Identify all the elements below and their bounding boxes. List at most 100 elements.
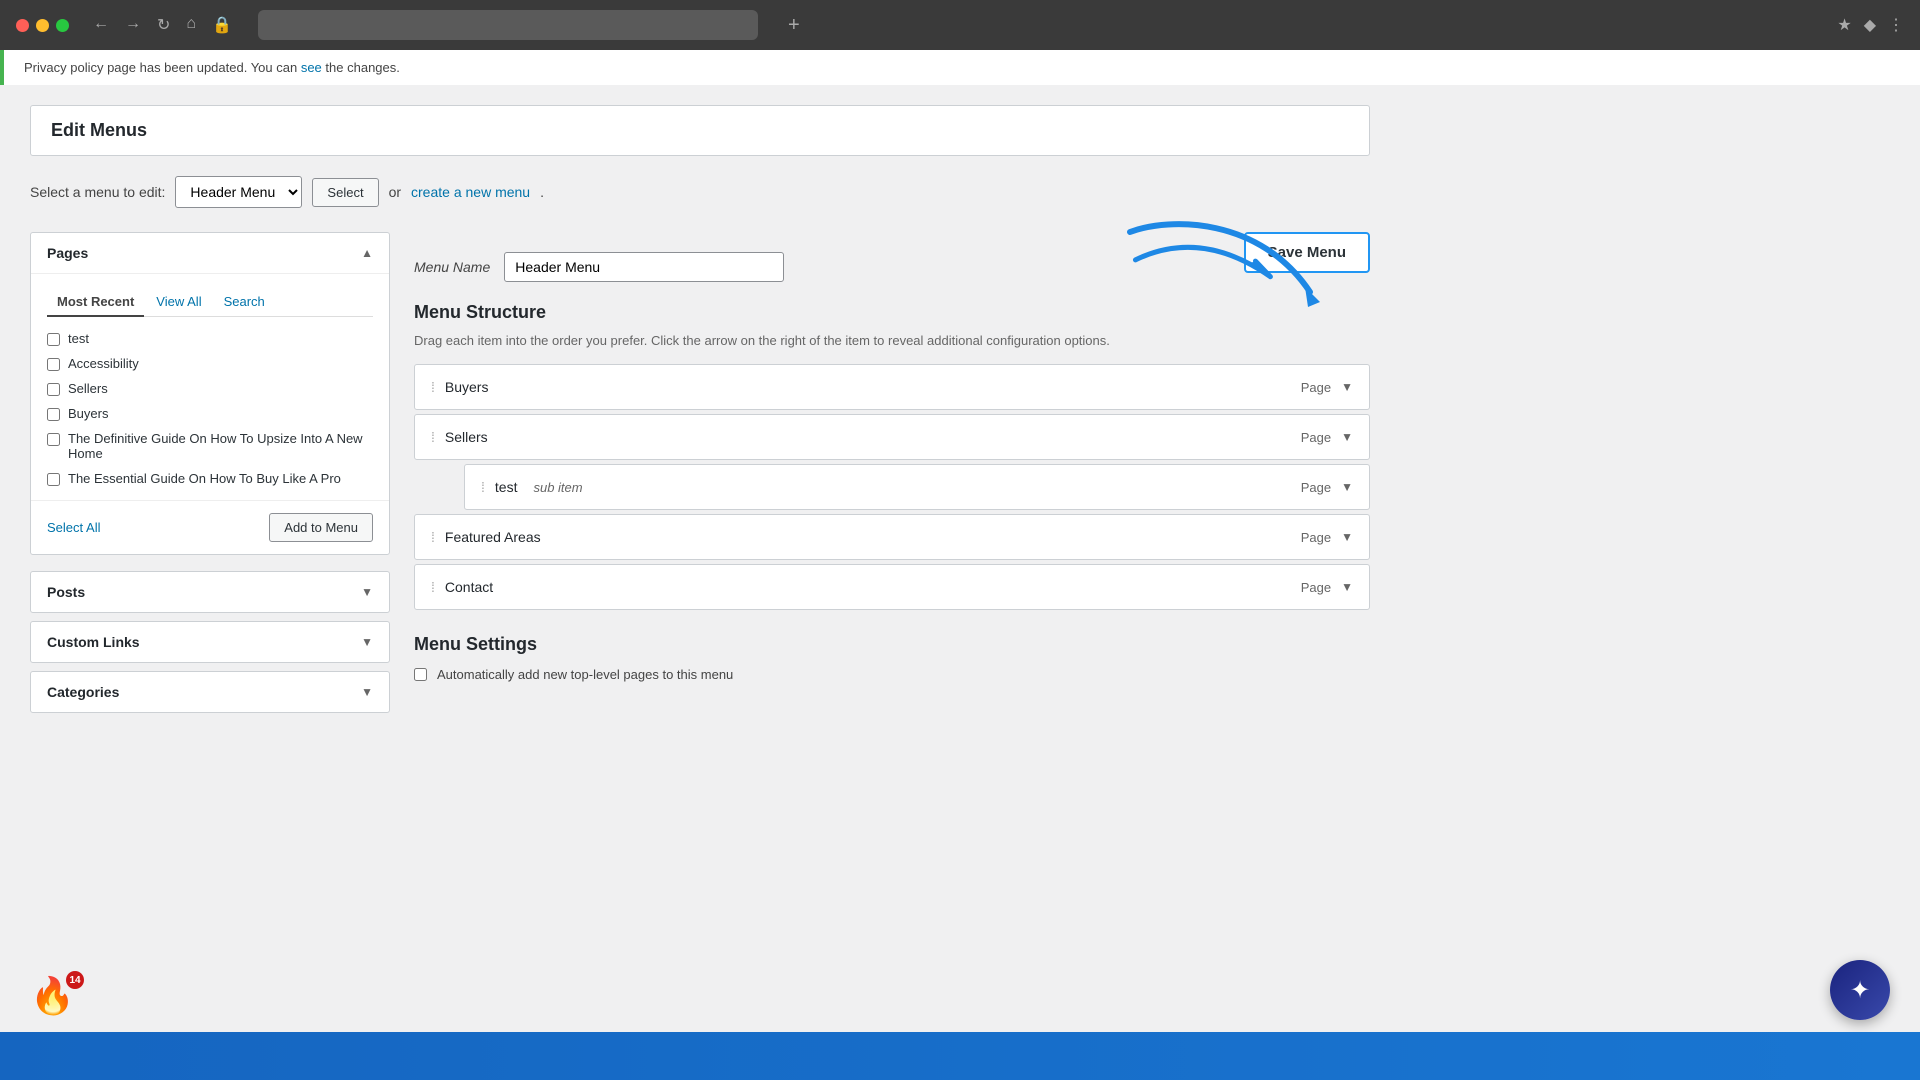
menu-select-row: Select a menu to edit: Header Menu Selec… [30,176,1370,208]
drag-handle-sellers[interactable]: ⁞ [431,429,435,445]
extension-icon[interactable]: ◆ [1864,15,1876,35]
pages-panel: Pages ▲ Most Recent View All Search t [30,232,390,555]
categories-header[interactable]: Categories ▼ [31,672,389,712]
menu-item-sellers-left: ⁞ Sellers [431,429,488,445]
checkbox-test[interactable] [47,333,60,346]
menu-item-test-sub[interactable]: ⁞ test sub item Page ▼ [464,464,1370,510]
menu-item-featured-areas[interactable]: ⁞ Featured Areas Page ▼ [414,514,1370,560]
add-to-menu-button[interactable]: Add to Menu [269,513,373,542]
star-icon[interactable]: ★ [1837,15,1851,35]
checkbox-definitive[interactable] [47,433,60,446]
posts-panel: Posts ▼ [30,571,390,613]
menu-icon[interactable]: ⋮ [1888,15,1904,35]
menu-item-sellers-right: Page ▼ [1301,430,1353,445]
tab-view-all[interactable]: View All [146,288,211,316]
reload-btn[interactable]: ↻ [153,11,174,39]
menu-item-buyers-type: Page [1301,380,1331,395]
or-text: or [389,184,401,200]
admin-main: Edit Menus Select a menu to edit: Header… [0,85,1400,741]
auto-add-checkbox[interactable] [414,668,427,681]
pages-panel-header[interactable]: Pages ▲ [31,233,389,274]
categories-title: Categories [47,684,119,700]
menu-item-buyers[interactable]: ⁞ Buyers Page ▼ [414,364,1370,410]
tab-search[interactable]: Search [214,288,275,316]
menu-item-contact-name: Contact [445,579,493,595]
posts-panel-title: Posts [47,584,85,600]
categories-chevron[interactable]: ▼ [361,685,373,699]
forward-btn[interactable]: → [121,11,145,39]
browser-nav: ← → ↻ ⌂ 🔒 [89,11,236,39]
notification-text: Privacy policy page has been updated. Yo… [24,60,301,75]
page-item-sellers[interactable]: Sellers [47,381,373,396]
menu-item-sellers[interactable]: ⁞ Sellers Page ▼ [414,414,1370,460]
sellers-expand-chevron[interactable]: ▼ [1341,430,1353,444]
posts-chevron[interactable]: ▼ [361,585,373,599]
menu-name-input[interactable] [504,252,784,282]
pages-collapse-arrow[interactable]: ▲ [361,246,373,260]
back-btn[interactable]: ← [89,11,113,39]
menu-item-buyers-right: Page ▼ [1301,380,1353,395]
home-btn[interactable]: ⌂ [182,11,200,39]
menu-item-test-right: Page ▼ [1301,480,1353,495]
tab-most-recent[interactable]: Most Recent [47,288,144,317]
create-new-menu-link[interactable]: create a new menu [411,184,530,200]
menu-item-buyers-name: Buyers [445,379,489,395]
checkbox-essential[interactable] [47,473,60,486]
structure-section: Menu Structure Drag each item into the o… [414,302,1370,610]
page-item-test[interactable]: test [47,331,373,346]
menu-name-row: Menu Name [414,252,1370,282]
new-tab-button[interactable]: + [788,14,800,37]
page-item-buyers[interactable]: Buyers [47,406,373,421]
checkbox-sellers[interactable] [47,383,60,396]
test-expand-chevron[interactable]: ▼ [1341,480,1353,494]
browser-chrome: ← → ↻ ⌂ 🔒 + ★ ◆ ⋮ [0,0,1920,50]
menu-item-featured-right: Page ▼ [1301,530,1353,545]
page-label-essential: The Essential Guide On How To Buy Like A… [68,471,341,486]
notification-bar: Privacy policy page has been updated. Yo… [0,50,1920,85]
select-all-link[interactable]: Select All [47,520,100,535]
buyers-expand-chevron[interactable]: ▼ [1341,380,1353,394]
auto-add-row: Automatically add new top-level pages to… [414,667,1370,682]
menu-layout: Pages ▲ Most Recent View All Search t [30,232,1370,721]
page-item-accessibility[interactable]: Accessibility [47,356,373,371]
select-button[interactable]: Select [312,178,378,207]
menu-item-test-name: test [495,479,518,495]
featured-expand-chevron[interactable]: ▼ [1341,530,1353,544]
notification-link[interactable]: see [301,60,322,75]
browser-actions: ★ ◆ ⋮ [1837,15,1904,35]
custom-links-chevron[interactable]: ▼ [361,635,373,649]
page-label-buyers: Buyers [68,406,108,421]
menu-item-contact[interactable]: ⁞ Contact Page ▼ [414,564,1370,610]
custom-links-header[interactable]: Custom Links ▼ [31,622,389,662]
flame-icon-wrap[interactable]: 🔥 14 [30,975,80,1025]
ai-chat-button[interactable]: ✦ [1830,960,1890,1020]
contact-expand-chevron[interactable]: ▼ [1341,580,1353,594]
page-label-sellers: Sellers [68,381,108,396]
drag-handle-contact[interactable]: ⁞ [431,579,435,595]
checkbox-buyers[interactable] [47,408,60,421]
menu-item-contact-right: Page ▼ [1301,580,1353,595]
drag-handle-buyers[interactable]: ⁞ [431,379,435,395]
notification-badge: 14 [66,971,84,989]
save-menu-button[interactable]: Save Menu [1244,232,1370,273]
notification-text-after: the changes. [325,60,399,75]
drag-handle-featured[interactable]: ⁞ [431,529,435,545]
page-item-definitive[interactable]: The Definitive Guide On How To Upsize In… [47,431,373,461]
lock-icon: 🔒 [208,11,236,39]
dot-yellow[interactable] [36,19,49,32]
checkbox-accessibility[interactable] [47,358,60,371]
posts-panel-header[interactable]: Posts ▼ [31,572,389,612]
create-suffix: . [540,184,544,200]
page-title: Edit Menus [51,120,1349,141]
address-bar[interactable] [258,10,758,40]
auto-add-label: Automatically add new top-level pages to… [437,667,733,682]
menu-dropdown[interactable]: Header Menu [175,176,302,208]
menu-item-test-type: Page [1301,480,1331,495]
page-item-essential[interactable]: The Essential Guide On How To Buy Like A… [47,471,373,486]
menu-item-sellers-name: Sellers [445,429,488,445]
drag-handle-test[interactable]: ⁞ [481,479,485,495]
dot-red[interactable] [16,19,29,32]
edit-menus-header: Edit Menus [30,105,1370,156]
dot-green[interactable] [56,19,69,32]
custom-links-panel: Custom Links ▼ [30,621,390,663]
